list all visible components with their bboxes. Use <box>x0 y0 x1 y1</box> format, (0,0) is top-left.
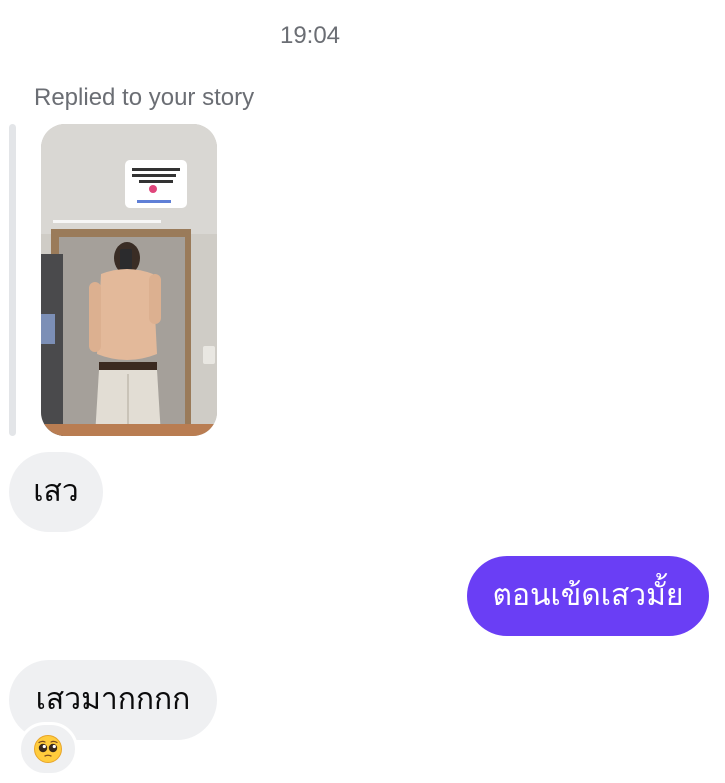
incoming-message-bubble[interactable]: เสว <box>9 452 103 532</box>
chat-thread: 19:04 Replied to your story เสว ตอนเข้ดเ… <box>0 0 725 783</box>
reply-indicator-bar <box>9 124 16 436</box>
story-thumbnail[interactable] <box>41 124 217 436</box>
message-reaction[interactable] <box>18 722 78 776</box>
message-timestamp: 19:04 <box>279 22 341 49</box>
outgoing-message-bubble[interactable]: ตอนเข้ดเสวมั้ย <box>467 556 709 636</box>
story-reply-label: Replied to your story <box>34 84 255 111</box>
pleading-face-emoji-icon <box>34 735 62 763</box>
story-photo-thumbnail-icon <box>41 124 217 436</box>
